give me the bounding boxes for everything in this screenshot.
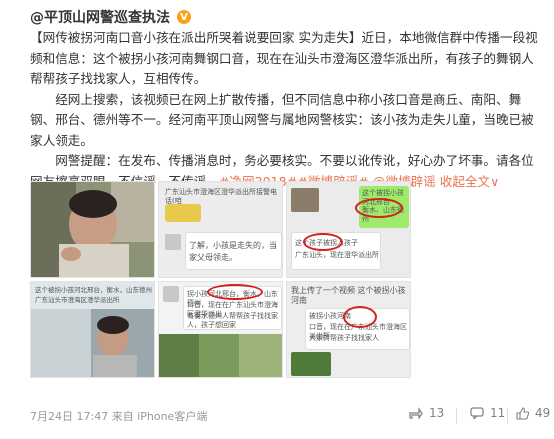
author-name[interactable]: @平顶山网警巡查执法 — [30, 7, 170, 27]
post-body: 【网传被拐河南口音小孩在派出所哭着说要回家 实为走失】近日，本地微信群中传播一段… — [30, 28, 544, 192]
video-thumbnail-image — [291, 188, 319, 212]
verified-badge-icon: V — [177, 10, 191, 24]
share-action[interactable]: 13 — [409, 406, 444, 420]
image-thumb-5[interactable]: 拐小孩河北邢台，衡水，山东德州 口音，现在在广东汕头市澄海区澄华派出 有衡水德州… — [158, 281, 283, 378]
action-divider — [507, 408, 508, 424]
image-thumb-6[interactable]: 我上传了一个视频 这个被拐小孩河南 被拐小孩河南 口音，现在在广东汕头市澄海区派… — [286, 281, 411, 378]
plant-photo-image — [159, 334, 282, 377]
post-paragraph-1: 【网传被拐河南口音小孩在派出所哭着说要回家 实为走失】近日，本地微信群中传播一段… — [30, 30, 538, 86]
thumbs-up-icon — [516, 406, 529, 420]
post-header: @平顶山网警巡查执法 V — [30, 6, 191, 28]
plant-photo-image — [291, 352, 331, 376]
thumb6-text-4: 大家转帮孩子找找家人 — [309, 334, 379, 342]
thumb6-text-1: 我上传了一个视频 这个被拐小孩河南 — [291, 286, 406, 305]
highlight-circle — [303, 233, 343, 251]
comment-icon — [470, 407, 484, 419]
thumb5-text-3: 有衡水德州人帮帮孩子找找家人，孩子想回家 — [187, 312, 278, 329]
share-count: 13 — [429, 406, 445, 420]
thumb4-text-1: 这个被拐小孩河北邢台，衡水，山东德州 — [35, 286, 152, 294]
thumb4-text-2: 广东汕头市澄海区澄华派出所 — [35, 296, 120, 304]
action-divider — [456, 408, 457, 424]
thumb3-text-4: 广东汕头，现在澄华派出所 — [295, 251, 379, 259]
post-meta: 7月24日 17:47 来自 iPhone客户端 — [30, 410, 208, 423]
emoji-sticker-image — [165, 204, 201, 222]
chat-avatar-icon — [163, 286, 179, 302]
like-count: 49 — [535, 406, 551, 420]
image-thumb-3[interactable]: 这个被拐小孩河北邢台 衡水、山东德州 这个孩子被拐人孩子 广东汕头，现在澄华派出… — [286, 181, 411, 278]
thumb2-text-3: 家父母领走。 — [189, 253, 237, 262]
child-photo-image — [31, 182, 154, 277]
chat-avatar-icon — [165, 234, 181, 250]
image-thumb-4[interactable]: 这个被拐小孩河北邢台，衡水，山东德州 广东汕头市澄海区澄华派出所 — [30, 281, 155, 378]
image-thumb-1[interactable] — [30, 181, 155, 278]
share-icon — [409, 407, 423, 419]
chat-bubble: 了解，小孩是走失的，当 家父母领走。 — [185, 232, 282, 270]
image-thumb-2[interactable]: 广东汕头市澄海区澄华派出所接警电话(咱 了解，小孩是走失的，当 家父母领走。 — [158, 181, 283, 278]
collapse-arrow-icon[interactable]: ∨ — [490, 174, 499, 189]
like-action[interactable]: 49 — [516, 406, 550, 420]
image-grid: 广东汕头市澄海区澄华派出所接警电话(咱 了解，小孩是走失的，当 家父母领走。 这… — [30, 181, 411, 378]
comment-count: 11 — [490, 406, 506, 420]
collapse-text-button[interactable]: 收起全文 — [440, 174, 490, 189]
thumb2-text-2: 了解，小孩是走失的，当 — [189, 241, 277, 250]
child-photo-image — [31, 309, 154, 377]
highlight-circle — [207, 284, 263, 300]
highlight-circle — [343, 306, 377, 328]
highlight-circle — [355, 198, 403, 218]
post-paragraph-2: 经网上搜索，该视频已在网上扩散传播，但不同信息中称小孩口音是商丘、南阳、舞钢、邢… — [30, 91, 534, 148]
comment-action[interactable]: 11 — [470, 406, 505, 420]
